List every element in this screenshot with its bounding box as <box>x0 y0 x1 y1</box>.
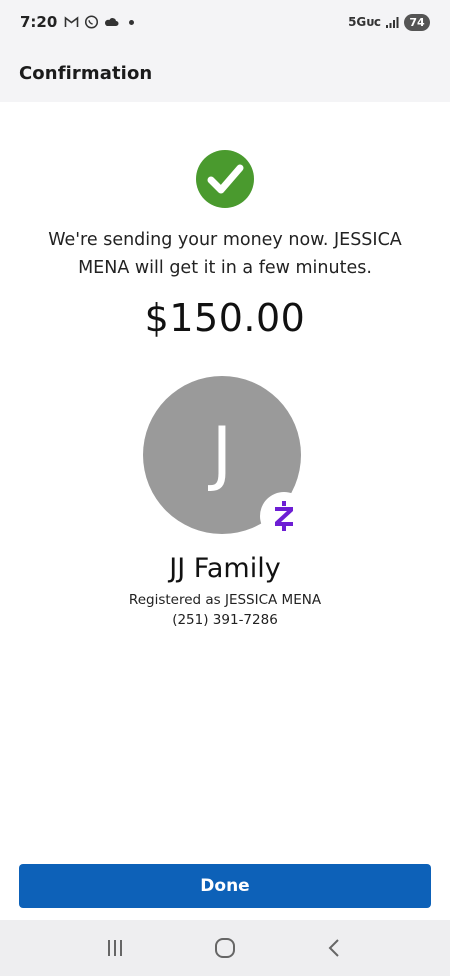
status-time: 7:20 <box>20 13 58 31</box>
registered-as: Registered as JESSICA MENA <box>128 592 322 608</box>
recipient-phone: (251) 391-7286 <box>172 612 278 628</box>
notification-dot-icon <box>129 19 135 25</box>
battery-indicator: 74 <box>404 13 430 31</box>
confirmation-screen: 7:20 5Gᴜᴄ 74 Confirmation We're sending … <box>0 0 450 976</box>
gmail-icon <box>64 15 79 29</box>
page-title: Confirmation <box>19 62 153 84</box>
cloud-icon <box>104 15 119 29</box>
network-label: 5Gᴜᴄ <box>348 15 381 29</box>
avatar-initial: J <box>211 412 233 494</box>
transfer-amount: $150.00 <box>144 296 306 340</box>
signal-icon <box>385 15 400 29</box>
status-right: 5Gᴜᴄ 74 <box>348 13 430 31</box>
done-button[interactable]: Done <box>19 864 431 908</box>
check-circle-icon <box>196 150 254 208</box>
recipient-name: JJ Family <box>169 553 281 584</box>
app-header: Confirmation <box>0 44 450 102</box>
whatsapp-icon <box>84 15 99 29</box>
system-nav-bar <box>0 920 450 976</box>
status-left: 7:20 <box>20 13 135 31</box>
status-bar: 7:20 5Gᴜᴄ 74 <box>0 0 450 44</box>
zelle-icon <box>260 492 308 540</box>
recent-apps-icon[interactable] <box>95 928 135 968</box>
home-icon[interactable] <box>205 928 245 968</box>
back-icon[interactable] <box>315 928 355 968</box>
confirmation-message: We're sending your money now. JESSICA ME… <box>48 230 402 278</box>
